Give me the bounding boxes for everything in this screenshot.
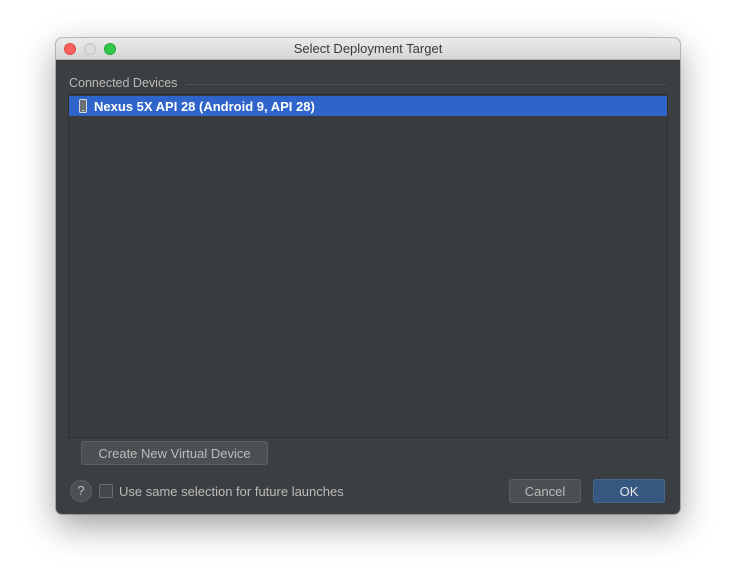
deployment-target-dialog: Select Deployment Target Connected Devic… — [56, 38, 680, 514]
device-label: Nexus 5X API 28 (Android 9, API 28) — [94, 98, 315, 114]
dialog-title: Select Deployment Target — [293, 41, 443, 56]
title-bar: Select Deployment Target — [56, 38, 680, 60]
section-divider — [186, 84, 666, 85]
create-virtual-device-button[interactable]: Create New Virtual Device — [81, 441, 268, 465]
phone-icon — [79, 99, 87, 113]
ok-button[interactable]: OK — [593, 479, 665, 503]
help-icon[interactable]: ? — [70, 480, 92, 502]
cancel-button[interactable]: Cancel — [509, 479, 581, 503]
connected-devices-label: Connected Devices — [69, 76, 178, 90]
remember-selection-checkbox[interactable] — [99, 484, 113, 498]
device-list: Nexus 5X API 28 (Android 9, API 28) — [68, 94, 668, 438]
remember-selection-label[interactable]: Use same selection for future launches — [119, 484, 344, 499]
device-row-nexus-5x[interactable]: Nexus 5X API 28 (Android 9, API 28) — [69, 96, 667, 116]
